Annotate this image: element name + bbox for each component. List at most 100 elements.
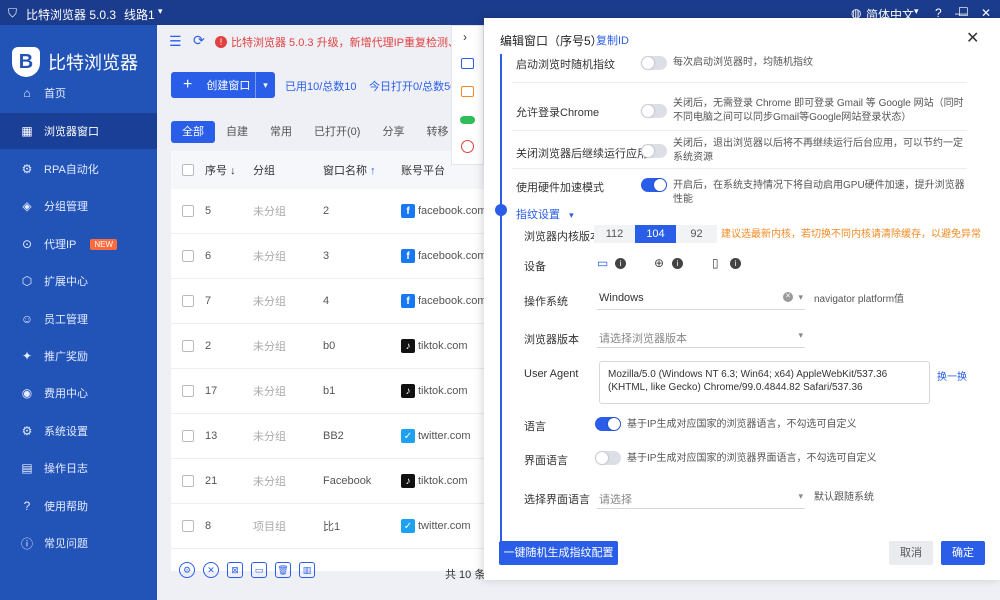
- switch-icon[interactable]: [460, 116, 475, 124]
- copy-id-link[interactable]: 复制ID: [596, 32, 629, 48]
- sidebar-item-faq[interactable]: ⓘ 常见问题: [0, 525, 157, 561]
- chevron-down-icon[interactable]: ▾: [914, 6, 919, 17]
- delete-action-icon[interactable]: 🗑: [275, 562, 291, 578]
- table-row[interactable]: 6 未分组 3 f facebook.com: [171, 234, 501, 279]
- maximize-button[interactable]: ☐: [958, 5, 969, 19]
- sidebar-item-reward[interactable]: ✦ 推广奖励: [0, 338, 157, 374]
- sidebar-item-help[interactable]: ? 使用帮助: [0, 488, 157, 524]
- random-fingerprint-button[interactable]: 一键随机生成指纹配置: [499, 541, 618, 565]
- row-platform-text: twitter.com: [418, 430, 471, 442]
- sidebar-item-group[interactable]: ◈ 分组管理: [0, 188, 157, 224]
- table-row[interactable]: 13 未分组 BB2 ✓ twitter.com: [171, 414, 501, 459]
- sidebar-item-extension[interactable]: ⬡ 扩展中心: [0, 263, 157, 299]
- allow-chrome-login-toggle[interactable]: [641, 104, 667, 118]
- tab-common[interactable]: 常用: [259, 121, 303, 143]
- location-icon: ⊙: [21, 237, 33, 251]
- sidebar-item-label: 常见问题: [44, 538, 88, 550]
- tab-self[interactable]: 自建: [215, 121, 259, 143]
- window-action-icon[interactable]: ▭: [251, 562, 267, 578]
- select-all-checkbox[interactable]: [182, 164, 194, 176]
- sidebar-item-home[interactable]: ⌂ 首页: [0, 75, 157, 111]
- kernel-option-104[interactable]: 104: [635, 225, 676, 243]
- ui-language-select[interactable]: 请选择 ▾: [597, 485, 805, 509]
- user-agent-field[interactable]: Mozilla/5.0 (Windows NT 6.3; Win64; x64)…: [599, 361, 930, 404]
- tab-shared[interactable]: 分享: [371, 121, 415, 143]
- ok-button[interactable]: 确定: [941, 541, 985, 565]
- desktop-icon[interactable]: ▭: [597, 256, 608, 270]
- collapse-menu-icon[interactable]: ☰: [169, 33, 182, 50]
- col-name[interactable]: 窗口名称 ↑: [323, 162, 401, 178]
- sidebar: B 比特浏览器 ⌂ 首页 ▦ 浏览器窗口 ⚙ RPA自动化 ◈ 分组管理 ⊙ 代理IP NEW ⬡ 扩展…: [0, 25, 157, 600]
- fingerprint-icon[interactable]: [461, 140, 474, 153]
- keep-running-toggle[interactable]: [641, 144, 667, 158]
- sidebar-item-fee[interactable]: ◉ 费用中心: [0, 375, 157, 411]
- chevron-right-icon[interactable]: ›: [463, 30, 467, 44]
- language-toggle[interactable]: [595, 417, 621, 431]
- sidebar-item-grid[interactable]: ▦ 浏览器窗口: [0, 113, 157, 149]
- clear-icon[interactable]: ✕: [783, 292, 793, 302]
- settings-action-icon[interactable]: ⚙: [179, 562, 195, 578]
- sidebar-item-label: 操作日志: [44, 463, 88, 475]
- chevron-down-icon[interactable]: ▾: [158, 6, 163, 17]
- tool-strip: ›: [451, 25, 484, 165]
- tab-opened[interactable]: 已打开(0): [303, 121, 371, 143]
- row-platform-text: twitter.com: [418, 520, 471, 532]
- kernel-option-92[interactable]: 92: [676, 225, 717, 243]
- table-row[interactable]: 5 未分组 2 f facebook.com: [171, 189, 501, 234]
- row-checkbox[interactable]: [182, 520, 194, 532]
- col-index[interactable]: 序号 ↓: [205, 162, 253, 178]
- language-desc: 基于IP生成对应国家的浏览器语言，不勾选可自定义: [627, 419, 857, 430]
- trash-action-icon[interactable]: ▥: [299, 562, 315, 578]
- table-row[interactable]: 8 项目组 比1 ✓ twitter.com: [171, 504, 501, 549]
- sidebar-item-settings[interactable]: ⚙ 系统设置: [0, 413, 157, 449]
- create-window-button[interactable]: + 创建窗口 ▾: [171, 72, 275, 98]
- mobile-icon[interactable]: ▯: [712, 256, 719, 270]
- sidebar-item-log[interactable]: ▤ 操作日志: [0, 450, 157, 486]
- table-row[interactable]: 21 未分组 Facebook ♪ tiktok.com: [171, 459, 501, 504]
- change-ua-link[interactable]: 换一换: [937, 368, 967, 383]
- random-fingerprint-toggle[interactable]: [641, 56, 667, 70]
- row-checkbox[interactable]: [182, 205, 194, 217]
- clear-action-icon[interactable]: ⊠: [227, 562, 243, 578]
- row-group: 未分组: [253, 431, 286, 443]
- message-icon[interactable]: [461, 58, 474, 69]
- route-select[interactable]: 线路1: [124, 6, 155, 23]
- row-checkbox[interactable]: [182, 385, 194, 397]
- cancel-button[interactable]: 取消: [889, 541, 933, 565]
- hardware-accel-toggle[interactable]: [641, 178, 667, 192]
- table-row[interactable]: 2 未分组 b0 ♪ tiktok.com: [171, 324, 501, 369]
- chat-icon[interactable]: [461, 86, 474, 97]
- browser-version-select[interactable]: 请选择浏览器版本 ▾: [597, 324, 805, 348]
- row-checkbox[interactable]: [182, 250, 194, 262]
- sidebar-item-staff[interactable]: ☺ 员工管理: [0, 301, 157, 337]
- row-checkbox[interactable]: [182, 475, 194, 487]
- table-row[interactable]: 7 未分组 4 f facebook.com: [171, 279, 501, 324]
- device-label: 设备: [524, 261, 546, 273]
- row-name: 比1: [323, 521, 341, 533]
- table-row[interactable]: 17 未分组 b1 ♪ tiktok.com: [171, 369, 501, 414]
- row-checkbox[interactable]: [182, 430, 194, 442]
- kernel-option-112[interactable]: 112: [594, 225, 635, 243]
- faq-icon: ⓘ: [20, 536, 33, 551]
- sidebar-item-location[interactable]: ⊙ 代理IP NEW: [0, 226, 157, 262]
- tab-all[interactable]: 全部: [171, 121, 215, 143]
- close-icon[interactable]: ✕: [966, 28, 979, 48]
- refresh-icon[interactable]: ⟳: [193, 32, 205, 49]
- sidebar-item-rpa[interactable]: ⚙ RPA自动化: [0, 151, 157, 187]
- row-checkbox[interactable]: [182, 340, 194, 352]
- ui-language-toggle[interactable]: [595, 451, 621, 465]
- row-name: Facebook: [323, 475, 372, 487]
- create-dropdown-icon[interactable]: ▾: [255, 72, 275, 98]
- row-index: 5: [205, 205, 212, 217]
- chevron-down-icon: ▾: [798, 491, 803, 501]
- log-icon: ▤: [21, 461, 33, 475]
- facebook-icon: f: [401, 294, 415, 308]
- android-icon[interactable]: ⊕: [654, 256, 664, 270]
- fingerprint-section-title[interactable]: 指纹设置 ▾: [516, 206, 574, 222]
- os-select[interactable]: Windows ✕ ▾: [597, 286, 805, 310]
- row-group: 未分组: [253, 206, 286, 218]
- today-open-count: 今日打开0/总数50: [369, 81, 457, 93]
- row-checkbox[interactable]: [182, 295, 194, 307]
- close-action-icon[interactable]: ✕: [203, 562, 219, 578]
- kernel-version-label: 浏览器内核版本: [524, 231, 601, 243]
